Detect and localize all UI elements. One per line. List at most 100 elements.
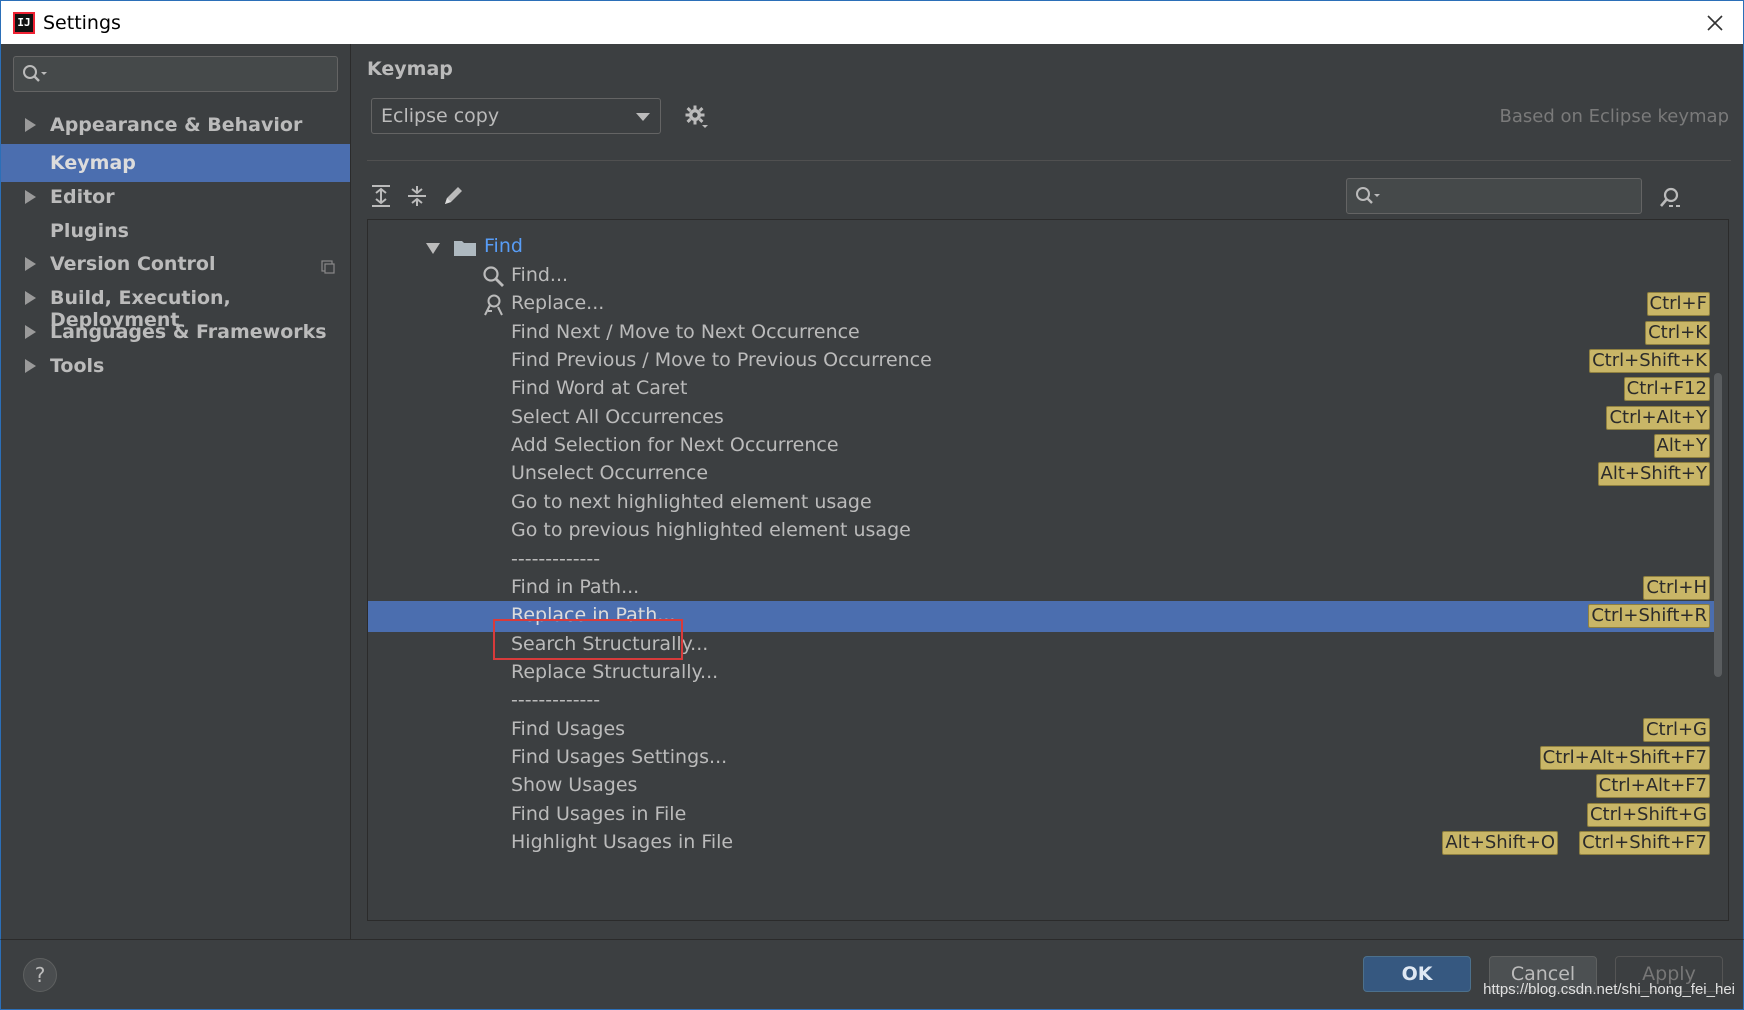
tree-row[interactable]: Replace Structurally... (368, 658, 1718, 689)
search-icon (482, 265, 506, 289)
window-title: Settings (43, 11, 121, 34)
shortcut-badge: Ctrl+Shift+F7 (1579, 831, 1710, 855)
sidebar-item-label: Appearance & Behavior (50, 114, 303, 136)
find-by-shortcut-button[interactable] (1656, 184, 1684, 212)
shortcut-badge: Ctrl+H (1643, 575, 1710, 600)
action-filter-input[interactable] (1346, 178, 1642, 214)
settings-sidebar: Appearance & Behavior Keymap Editor Plugins… (0, 44, 351, 939)
tree-row[interactable]: Find Usages Settings... Ctrl+Alt+Shift+F7 (368, 743, 1718, 774)
action-label: Add Selection for Next Occurrence (511, 434, 839, 457)
shortcut-badge: Ctrl+K (1645, 320, 1710, 345)
tree-row[interactable]: Go to previous highlighted element usage (368, 516, 1718, 547)
expanded-arrow-icon (426, 243, 440, 254)
page-title: Keymap (367, 58, 453, 80)
shortcut-badge: Ctrl+F (1646, 292, 1710, 317)
project-settings-icon (321, 257, 335, 274)
keymap-dropdown[interactable]: Eclipse copy (371, 98, 661, 134)
title-bar: IJ Settings (0, 0, 1744, 44)
action-label: Go to next highlighted element usage (511, 490, 872, 513)
sidebar-search-input[interactable] (13, 56, 338, 92)
shortcut-badge: Ctrl+Shift+R (1588, 604, 1710, 629)
based-on-label: Based on Eclipse keymap (1499, 106, 1730, 127)
close-icon (1707, 15, 1723, 31)
tree-row[interactable]: Highlight Usages in File Ctrl+Shift+F7 Alt… (368, 828, 1718, 859)
expand-arrow-icon[interactable] (25, 325, 36, 339)
sidebar-item-label: Plugins (50, 220, 129, 242)
shortcut-badge: Alt+Y (1653, 434, 1710, 459)
shortcut-badge: Ctrl+G (1642, 717, 1710, 742)
intellij-logo-icon: IJ (13, 11, 35, 34)
tree-row[interactable]: Select All Occurrences Ctrl+Alt+Y (368, 403, 1718, 434)
sidebar-item-version-control[interactable]: Version Control (1, 245, 351, 283)
action-label: Find... (511, 264, 569, 286)
divider (367, 160, 1731, 161)
action-label: Go to previous highlighted element usage (511, 519, 911, 542)
gear-icon (685, 105, 708, 128)
search-icon (22, 64, 48, 88)
gear-button[interactable] (684, 104, 710, 130)
shortcut-badge: Ctrl+F12 (1623, 377, 1710, 402)
sidebar-item-appearance-behavior[interactable]: Appearance & Behavior (1, 106, 351, 144)
sidebar-item-label: Editor (50, 186, 115, 208)
tree-row[interactable]: Find Next / Move to Next Occurrence Ctrl+… (368, 318, 1718, 349)
sidebar-item-languages-frameworks[interactable]: Languages & Frameworks (1, 313, 351, 351)
expand-arrow-icon[interactable] (25, 257, 36, 271)
tree-row[interactable]: Unselect Occurrence Alt+Shift+Y (368, 459, 1718, 490)
action-label: Find Previous / Move to Previous Occurre… (511, 349, 932, 372)
tree-row[interactable]: Find Usages in File Ctrl+Shift+G (368, 800, 1718, 831)
ok-button[interactable]: OK (1363, 956, 1471, 992)
shortcut-badge: Ctrl+Alt+Y (1606, 405, 1710, 430)
expand-all-button[interactable] (367, 182, 395, 210)
app-icon-text: IJ (17, 16, 31, 29)
action-label: Find Usages (511, 717, 626, 740)
collapse-all-icon (408, 186, 426, 206)
tree-row[interactable]: Find Previous / Move to Previous Occurre… (368, 346, 1718, 377)
expand-arrow-icon[interactable] (25, 190, 36, 204)
tree-row[interactable]: Find... (368, 261, 1718, 292)
tree-folder-find[interactable]: Find (368, 232, 1718, 263)
action-label: Select All Occurrences (511, 405, 724, 428)
action-label: Highlight Usages in File (511, 831, 734, 853)
vertical-scrollbar[interactable] (1714, 373, 1722, 677)
sidebar-item-build-execution-deployment[interactable]: Build, Execution, Deployment (1, 279, 351, 331)
folder-icon (454, 241, 476, 256)
chevron-down-icon (636, 113, 650, 121)
expand-arrow-icon[interactable] (25, 118, 36, 132)
sidebar-item-keymap[interactable]: Keymap (1, 144, 351, 182)
shortcut-badge: Ctrl+Shift+G (1586, 802, 1710, 827)
watermark-text: https://blog.csdn.net/shi_hong_fei_hei (1483, 981, 1735, 998)
edit-shortcut-button[interactable] (439, 182, 467, 210)
highlight-annotation-box (493, 619, 683, 660)
help-button[interactable]: ? (23, 958, 57, 992)
keymap-dropdown-value: Eclipse copy (381, 105, 500, 127)
tree-separator: ------------- (368, 545, 1718, 576)
close-button[interactable] (1701, 9, 1729, 37)
shortcut-badge: Alt+Shift+O (1442, 831, 1558, 855)
sidebar-item-editor[interactable]: Editor (1, 178, 351, 216)
sidebar-item-tools[interactable]: Tools (1, 347, 351, 385)
tree-row[interactable]: Find in Path... Ctrl+H (368, 573, 1718, 604)
find-shortcut-icon (1660, 187, 1680, 207)
sidebar-item-label: Version Control (50, 253, 216, 275)
tree-row[interactable]: Replace... Ctrl+F (368, 289, 1718, 320)
collapse-all-button[interactable] (403, 182, 431, 210)
action-label: Find Usages in File (511, 802, 687, 825)
sidebar-item-label: Keymap (50, 152, 136, 174)
tree-row[interactable]: Find Usages Ctrl+G (368, 715, 1718, 746)
tree-row[interactable]: Add Selection for Next Occurrence Alt+Y (368, 431, 1718, 462)
expand-arrow-icon[interactable] (25, 291, 36, 305)
action-label: Replace Structurally... (511, 660, 719, 683)
search-icon (1355, 186, 1381, 210)
tree-row[interactable]: Go to next highlighted element usage (368, 488, 1718, 519)
sidebar-item-label: Tools (50, 355, 105, 377)
expand-arrow-icon[interactable] (25, 359, 36, 373)
pencil-icon (445, 187, 462, 204)
action-label: Replace... (511, 292, 605, 315)
action-label: Find in Path... (511, 575, 640, 598)
action-label: Find Next / Move to Next Occurrence (511, 320, 860, 343)
tree-row[interactable]: Show Usages Ctrl+Alt+F7 (368, 771, 1718, 802)
action-label: Unselect Occurrence (511, 462, 709, 485)
sidebar-item-label: Languages & Frameworks (50, 321, 327, 343)
keymap-panel: Keymap Eclipse copy Based on Eclipse key… (350, 44, 1744, 939)
tree-row[interactable]: Find Word at Caret Ctrl+F12 (368, 374, 1718, 405)
